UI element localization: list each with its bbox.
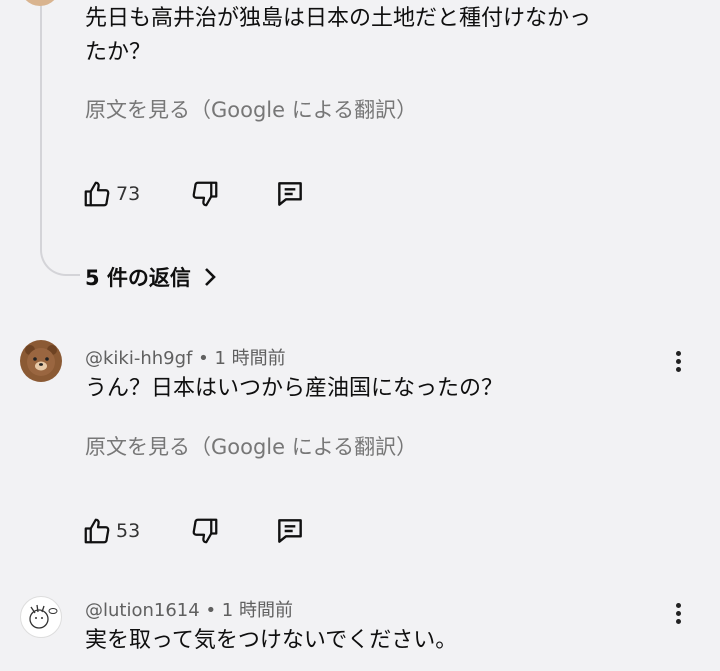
avatar[interactable]	[20, 596, 62, 638]
chevron-right-icon	[205, 268, 216, 286]
avatar[interactable]	[20, 340, 62, 382]
see-original-link[interactable]: 原文を見る（Google による翻訳）	[85, 431, 417, 461]
reply-thread-line	[40, 0, 80, 276]
reply-button[interactable]	[274, 515, 306, 547]
more-options-button[interactable]	[668, 348, 688, 376]
thumb-down-icon	[192, 181, 218, 207]
comment-meta: @kiki-hh9gf • 1 時間前	[85, 344, 286, 370]
more-options-button[interactable]	[668, 600, 688, 628]
comment-text-line: 先日も高井治が独島は日本の土地だと種付けなかっ	[85, 6, 592, 31]
drawn-avatar-icon	[29, 604, 58, 629]
meta-separator: •	[205, 600, 217, 621]
bear-avatar-icon	[25, 345, 57, 376]
like-button[interactable]: 73	[82, 179, 140, 209]
comment-text-line: たか？	[85, 40, 152, 65]
dislike-button[interactable]	[190, 516, 220, 546]
like-button[interactable]: 53	[82, 516, 140, 546]
comment-actions: 53	[82, 513, 306, 549]
dislike-button[interactable]	[190, 179, 220, 209]
like-count: 73	[116, 183, 141, 205]
reply-button[interactable]	[274, 178, 306, 210]
comment-text: 実を取って気をつけないでください。	[85, 628, 458, 653]
comment-time: 1 時間前	[214, 348, 286, 369]
thumb-up-icon	[84, 181, 110, 207]
comment-text: うん？日本はいつから産油国になったの？	[85, 376, 504, 401]
author-handle[interactable]: @lution1614	[85, 600, 200, 621]
comment-actions: 73	[82, 176, 306, 212]
like-count: 53	[116, 520, 141, 542]
thumb-down-icon	[192, 518, 218, 544]
view-replies-button[interactable]: 5 件の返信	[85, 262, 219, 292]
comment-time: 1 時間前	[221, 600, 293, 621]
thumb-up-icon	[84, 518, 110, 544]
meta-separator: •	[198, 348, 209, 369]
see-original-link[interactable]: 原文を見る（Google による翻訳）	[85, 94, 417, 124]
comment-reply-icon	[278, 182, 303, 206]
replies-count-label: 5 件の返信	[85, 266, 191, 290]
author-handle[interactable]: @kiki-hh9gf	[85, 348, 192, 369]
comment-reply-icon	[278, 519, 303, 543]
comment-meta: @lution1614 • 1 時間前	[85, 596, 293, 622]
